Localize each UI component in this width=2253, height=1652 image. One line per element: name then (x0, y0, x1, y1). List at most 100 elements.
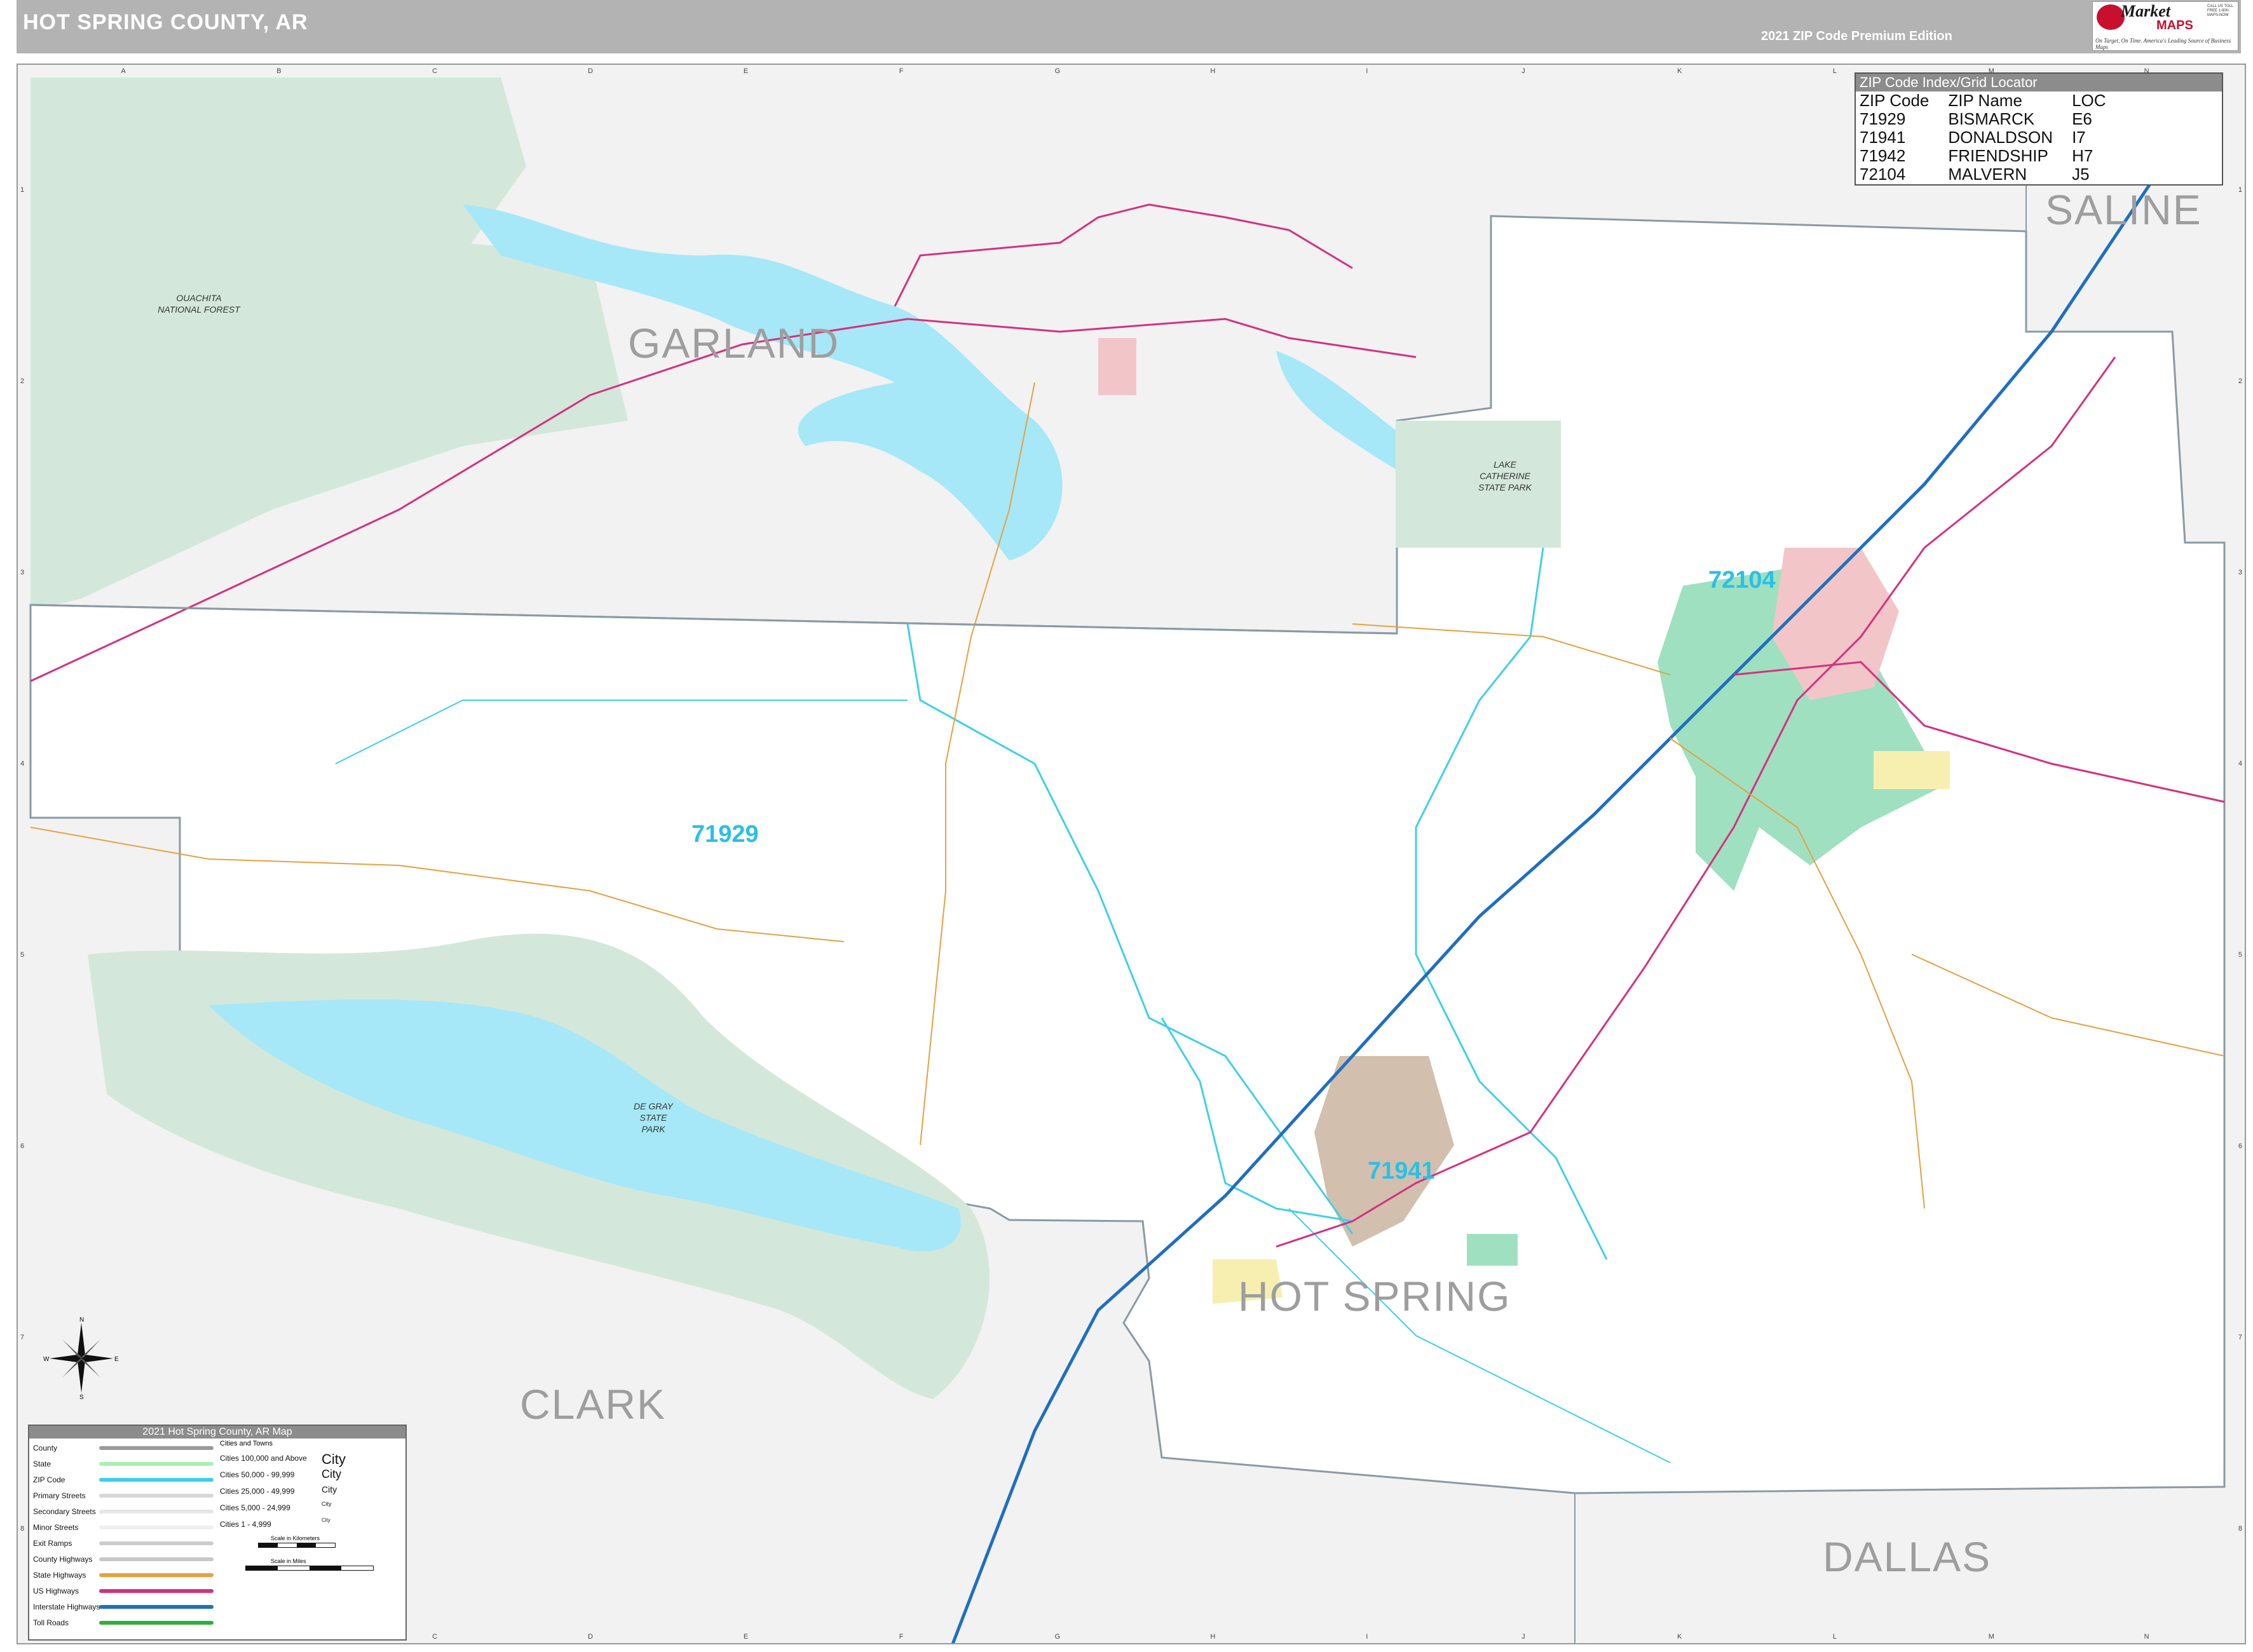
county-label-dallas: DALLAS (1823, 1533, 1992, 1580)
zip-index-title: ZIP Code Index/Grid Locator (1856, 74, 2222, 91)
legend-item-label: Exit Ramps (33, 1539, 72, 1548)
legend-city-label: Cities 100,000 and Above (220, 1454, 307, 1463)
grid-letter-top: F (899, 67, 904, 75)
grid-letter-bottom: M (1988, 1633, 1994, 1641)
map-area[interactable]: ABCDEFGHIJKLMN ABCDEFGHIJKLMN 12345678 1… (17, 64, 2246, 1644)
compass-n: N (79, 1317, 84, 1324)
zip-label-72104[interactable]: 72104 (1708, 567, 1776, 594)
logo-tagline: On Target, On Time. America's Leading So… (2095, 37, 2231, 50)
zip-index-row[interactable]: 71942 FRIENDSHIP H7 (1860, 147, 2125, 165)
grid-number-left: 1 (20, 186, 25, 194)
zip-label-71941[interactable]: 71941 (1368, 1158, 1435, 1185)
legend-city-label: Cities 25,000 - 49,999 (220, 1487, 295, 1496)
map-title: HOT SPRING COUNTY, AR (23, 10, 308, 34)
compass-s: S (79, 1394, 84, 1399)
zip-index-loc: H7 (2072, 146, 2093, 165)
legend-cities-header: Cities and Towns (220, 1440, 273, 1447)
logo-brand-bottom: MAPS (2156, 18, 2193, 32)
grid-number-left: 6 (20, 1142, 25, 1150)
grid-number-right: 8 (2238, 1524, 2242, 1533)
zip-index-zip: 71929 (1860, 109, 1906, 128)
legend-item-label: County Highways (33, 1555, 93, 1564)
scale-bar-km (258, 1543, 336, 1548)
legend-item-swatch (99, 1573, 214, 1577)
legend-item-label: Minor Streets (33, 1523, 79, 1532)
grid-number-left: 2 (20, 377, 25, 385)
county-label-clark: CLARK (520, 1381, 667, 1428)
zip-index-name: MALVERN (1948, 165, 2027, 184)
legend-city-label: Cities 50,000 - 99,999 (220, 1470, 295, 1479)
park-label-ouachita: OUACHITA NATIONAL FOREST (158, 293, 240, 315)
grid-number-right: 4 (2238, 759, 2242, 768)
zip-index-header-row: ZIP Code ZIP Name LOC (1860, 91, 2125, 110)
legend-item-label: County (33, 1444, 58, 1452)
grid-number-left: 7 (20, 1333, 25, 1341)
grid-number-left: 8 (20, 1524, 25, 1533)
grid-number-left: 3 (20, 568, 25, 576)
grid-letter-top: B (276, 67, 282, 75)
grid-letter-bottom: D (588, 1633, 593, 1641)
map-canvas (18, 65, 2245, 1643)
zip-index-zip: 72104 (1860, 165, 1906, 184)
county-label-hot-spring: HOT SPRING (1238, 1273, 1511, 1320)
grid-number-right: 7 (2238, 1333, 2242, 1341)
grid-letter-top: I (1366, 67, 1368, 75)
park-label-lake-catherine: LAKE CATHERINE STATE PARK (1478, 459, 1532, 492)
legend-item-swatch (99, 1446, 214, 1450)
legend-item-label: ZIP Code (33, 1475, 65, 1484)
map-legend: 2021 Hot Spring County, AR Map Cities an… (28, 1425, 407, 1641)
rockport-area (1874, 751, 1950, 789)
zip-index-loc: J5 (2072, 165, 2090, 184)
park-label-degray: DE GRAY STATE PARK (634, 1101, 673, 1134)
legend-city-sample: City (322, 1484, 337, 1494)
zip-label-71929[interactable]: 71929 (691, 821, 759, 848)
grid-letter-top: L (1832, 67, 1837, 75)
zip-index-name: BISMARCK (1948, 109, 2035, 128)
zip-index-loc: E6 (2072, 109, 2092, 128)
grid-letter-bottom: H (1210, 1633, 1216, 1641)
legend-scale-km: Scale in Kilometers (271, 1535, 320, 1541)
zip-index-name: DONALDSON (1948, 128, 2053, 147)
zip-index-header-name: ZIP Name (1948, 91, 2022, 110)
legend-item-swatch (99, 1478, 214, 1482)
market-maps-logo[interactable]: Market MAPS On Target, On Time. America'… (2092, 1, 2238, 51)
zip-index-row[interactable]: 72104 MALVERN J5 (1860, 165, 2125, 184)
legend-item-swatch (99, 1557, 214, 1561)
zip-index-row[interactable]: 71929 BISMARCK E6 (1860, 110, 2125, 128)
legend-item-swatch (99, 1589, 214, 1593)
legend-city-sample: City (322, 1517, 330, 1523)
compass-rose-icon: N S W E (43, 1317, 119, 1399)
compass-e: E (114, 1356, 119, 1363)
grid-number-right: 2 (2238, 377, 2242, 385)
legend-item-swatch (99, 1621, 214, 1625)
grid-number-left: 4 (20, 759, 25, 768)
legend-item-label: US Highways (33, 1587, 79, 1595)
grid-letter-top: E (743, 67, 749, 75)
zip-index-table: ZIP Code ZIP Name LOC 71929 BISMARCK E6 … (1860, 91, 2125, 184)
grid-letter-top: G (1054, 67, 1061, 75)
grid-letter-top: K (1677, 67, 1682, 75)
logo-phone: CALL US TOLL FREE 1-800-MAPS-NOW (2207, 4, 2234, 17)
legend-item-swatch (99, 1462, 214, 1466)
zip-index-zip: 71941 (1860, 128, 1906, 147)
scale-bar-mi (245, 1566, 374, 1571)
grid-number-left: 5 (20, 951, 25, 959)
zip-index-header-zip: ZIP Code (1860, 91, 1930, 110)
legend-city-sample: City (322, 1451, 346, 1467)
legend-item-swatch (99, 1605, 214, 1609)
map-edition: 2021 ZIP Code Premium Edition (1761, 29, 1952, 43)
grid-letter-bottom: G (1054, 1633, 1061, 1641)
legend-item-swatch (99, 1510, 214, 1513)
grid-letter-bottom: L (1832, 1633, 1837, 1641)
zip-index-zip: 71942 (1860, 146, 1906, 165)
grid-number-right: 1 (2238, 186, 2242, 194)
zip-index-row[interactable]: 71941 DONALDSON I7 (1860, 128, 2125, 147)
grid-letter-top: H (1210, 67, 1216, 75)
legend-item-swatch (99, 1526, 214, 1529)
county-label-saline: SALINE (2045, 186, 2202, 233)
zip-index-name: FRIENDSHIP (1948, 146, 2048, 165)
legend-item-label: Primary Streets (33, 1491, 86, 1500)
grid-letter-top: D (588, 67, 593, 75)
legend-item-swatch (99, 1541, 214, 1545)
legend-item-label: Toll Roads (33, 1618, 69, 1627)
